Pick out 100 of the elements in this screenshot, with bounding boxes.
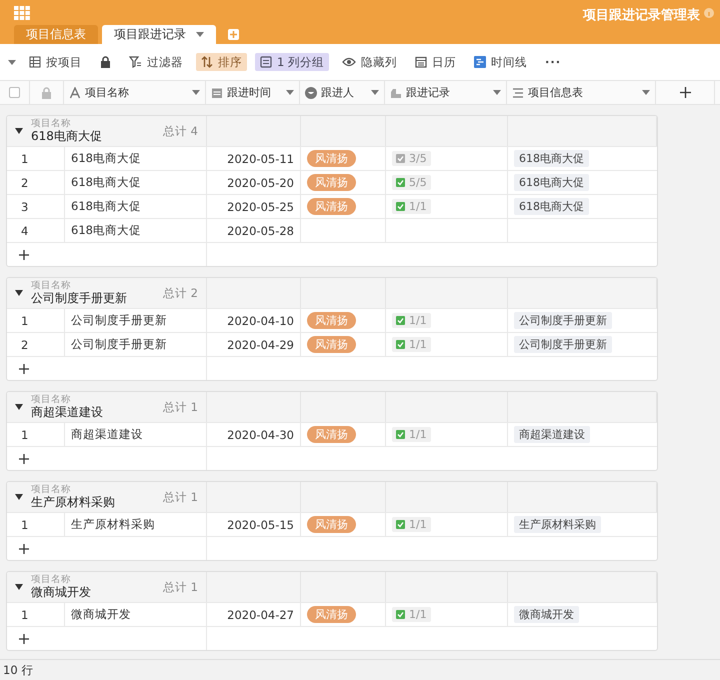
calendar-icon <box>211 86 223 98</box>
table-cell: 618电商大促 <box>71 175 141 190</box>
row-number: 2 <box>21 338 28 352</box>
column-header[interactable]: 项目名称 <box>85 85 129 100</box>
column-header[interactable]: 跟进时间 <box>227 85 271 100</box>
person-tag: 风清扬 <box>307 516 356 533</box>
table-cell: 618电商大促 <box>71 199 141 214</box>
linked-record-tag[interactable]: 公司制度手册更新 <box>514 312 612 329</box>
timeline-icon <box>474 56 486 68</box>
linked-record-tag[interactable]: 618电商大促 <box>514 150 589 167</box>
table-cell: 2020-04-10 <box>227 314 294 328</box>
group-name: 618电商大促 <box>31 130 103 144</box>
caret-icon[interactable] <box>286 90 294 95</box>
checklist-progress: 1/1 <box>392 199 431 214</box>
collapse-triangle-icon[interactable] <box>15 128 23 134</box>
caret-icon[interactable] <box>493 90 501 95</box>
add-row-button[interactable] <box>19 250 29 260</box>
caret-icon[interactable] <box>642 90 650 95</box>
add-row-button[interactable] <box>19 544 29 554</box>
table-cell: 公司制度手册更新 <box>71 337 167 352</box>
person-tag: 风清扬 <box>307 174 356 191</box>
group-total: 总计 4 <box>163 124 198 138</box>
group-field-label: 项目名称 <box>31 574 72 586</box>
table-cell: 2020-05-25 <box>227 200 294 214</box>
column-header[interactable]: 项目信息表 <box>528 85 583 100</box>
caret-icon[interactable] <box>371 90 379 95</box>
caret-icon[interactable] <box>8 60 16 64</box>
group-name: 公司制度手册更新 <box>31 292 128 306</box>
hide-button[interactable]: 隐藏列 <box>336 53 402 71</box>
list-icon <box>512 86 524 98</box>
group-button[interactable]: 1 列分组 <box>255 53 329 71</box>
linked-record-tag[interactable]: 微商城开发 <box>514 606 579 623</box>
caret-icon[interactable] <box>196 32 204 37</box>
grid-icon <box>29 56 41 68</box>
group-name: 商超渠道建设 <box>31 406 104 420</box>
row-number: 1 <box>21 608 28 622</box>
filter-icon <box>129 56 142 68</box>
app-title: 项目跟进记录管理表 <box>583 6 700 24</box>
lock-icon <box>41 86 52 98</box>
caret-icon[interactable] <box>192 90 200 95</box>
group-total: 总计 2 <box>163 286 198 300</box>
column-header[interactable]: 跟进人 <box>321 85 354 100</box>
row-number: 1 <box>21 152 28 166</box>
group-field-label: 项目名称 <box>31 394 72 406</box>
row-number: 3 <box>21 200 28 214</box>
person-tag: 风清扬 <box>307 150 356 167</box>
collapse-triangle-icon[interactable] <box>15 290 23 296</box>
sheet-tab[interactable]: 项目跟进记录 <box>102 25 216 44</box>
table-cell: 2020-04-27 <box>227 608 294 622</box>
add-row-button[interactable] <box>19 364 29 374</box>
group-field-label: 项目名称 <box>31 280 72 292</box>
table-cell: 2020-04-30 <box>227 428 294 442</box>
checklist-progress: 3/5 <box>392 151 431 166</box>
collapse-triangle-icon[interactable] <box>15 494 23 500</box>
select-all-checkbox[interactable] <box>9 87 20 98</box>
group-name: 微商城开发 <box>31 586 92 600</box>
group-total: 总计 1 <box>163 580 198 594</box>
table-cell: 公司制度手册更新 <box>71 313 167 328</box>
linked-record-tag[interactable]: 618电商大促 <box>514 198 589 215</box>
linked-record-tag[interactable]: 618电商大促 <box>514 174 589 191</box>
person-tag: 风清扬 <box>307 312 356 329</box>
more-button[interactable]: ··· <box>540 53 566 71</box>
column-header[interactable]: 跟进记录 <box>406 85 450 100</box>
person-tag: 风清扬 <box>307 606 356 623</box>
row-number: 1 <box>21 314 28 328</box>
calendar-icon <box>414 56 427 68</box>
row-number: 2 <box>21 176 28 190</box>
sort-button[interactable]: 排序 <box>196 53 247 71</box>
filter-button[interactable]: 过滤器 <box>124 53 188 71</box>
table-cell: 微商城开发 <box>71 607 131 622</box>
view-button[interactable]: 按项目 <box>24 53 87 71</box>
person-tag: 风清扬 <box>307 426 356 443</box>
table-cell: 618电商大促 <box>71 223 141 238</box>
linked-record-tag[interactable]: 商超渠道建设 <box>514 426 590 443</box>
row-count: 10 行 <box>3 662 34 678</box>
checklist-progress: 1/1 <box>392 517 431 532</box>
table-cell: 生产原材料采购 <box>71 517 155 532</box>
calendar-button[interactable]: 日历 <box>410 53 461 71</box>
checklist-progress: 1/1 <box>392 607 431 622</box>
table-cell: 2020-05-15 <box>227 518 294 532</box>
group-total: 总计 1 <box>163 400 198 414</box>
group-field-label: 项目名称 <box>31 484 72 496</box>
eye-icon <box>342 56 356 68</box>
row-number: 4 <box>21 224 28 238</box>
add-column-button[interactable] <box>680 87 690 98</box>
sort-icon <box>201 56 213 68</box>
row-number: 1 <box>21 518 28 532</box>
group-total: 总计 1 <box>163 490 198 504</box>
linked-record-tag[interactable]: 生产原材料采购 <box>514 516 601 533</box>
add-row-button[interactable] <box>19 454 29 464</box>
timeline-button[interactable]: 时间线 <box>468 53 532 71</box>
add-row-button[interactable] <box>19 634 29 644</box>
linked-record-tag[interactable]: 公司制度手册更新 <box>514 336 612 353</box>
table-cell: 2020-05-28 <box>227 224 294 238</box>
person-icon <box>305 86 317 98</box>
collapse-triangle-icon[interactable] <box>15 404 23 410</box>
group-field-label: 项目名称 <box>31 118 72 130</box>
table-cell: 2020-05-11 <box>227 152 294 166</box>
collapse-triangle-icon[interactable] <box>15 584 23 590</box>
table-cell: 商超渠道建设 <box>71 427 143 442</box>
